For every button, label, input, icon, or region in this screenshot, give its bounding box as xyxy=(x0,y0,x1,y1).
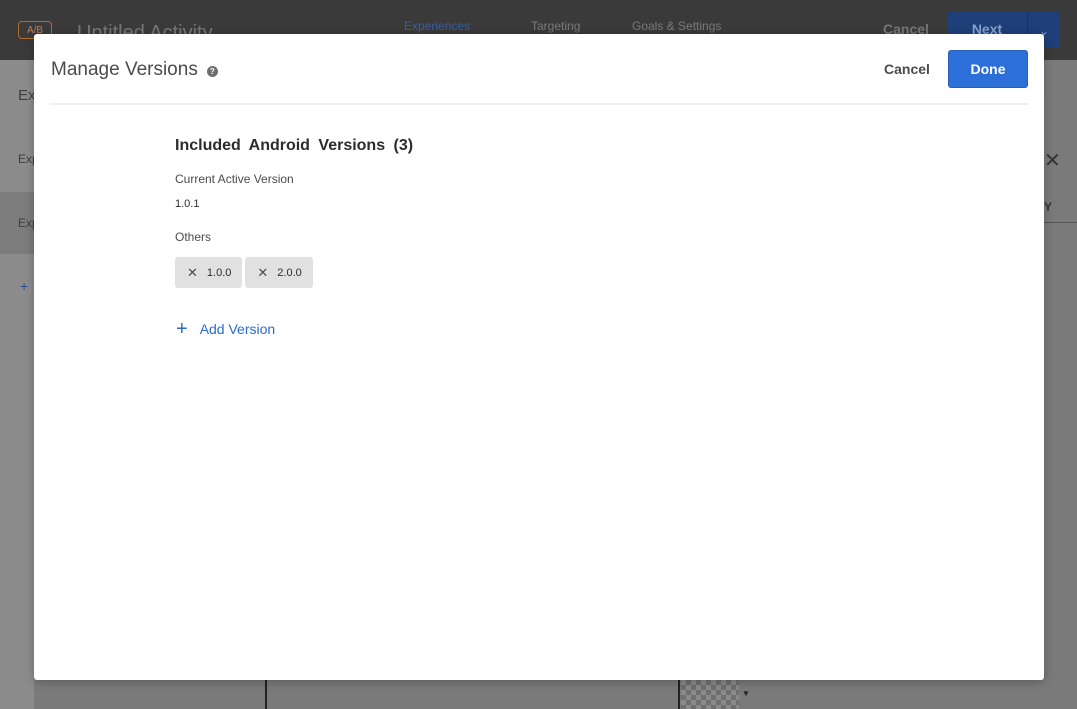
divider xyxy=(1044,222,1077,223)
manage-versions-dialog: Manage Versions ? Cancel Done Included A… xyxy=(34,34,1044,680)
dialog-title-row: Manage Versions ? xyxy=(51,59,218,81)
add-version-label: Add Version xyxy=(199,321,276,337)
add-icon[interactable]: + xyxy=(20,278,28,294)
section-title: Included Android Versions (3) xyxy=(175,137,414,154)
divider xyxy=(265,680,267,709)
header-divider xyxy=(50,103,1028,105)
close-icon[interactable]: ✕ xyxy=(1044,148,1061,173)
tab-targeting[interactable]: Targeting xyxy=(531,19,580,33)
current-version-label: Current Active Version xyxy=(175,172,294,186)
current-version-value: 1.0.1 xyxy=(175,198,200,210)
done-button[interactable]: Done xyxy=(948,50,1028,88)
remove-icon[interactable]: ✕ xyxy=(257,265,268,281)
dialog-title: Manage Versions xyxy=(51,59,198,80)
plus-icon: + xyxy=(176,318,188,340)
caret-down-icon[interactable]: ▼ xyxy=(742,689,750,698)
others-label: Others xyxy=(175,230,212,244)
version-tag-label: 1.0.0 xyxy=(206,266,232,279)
tab-goals-settings[interactable]: Goals & Settings xyxy=(632,19,721,33)
add-version-button[interactable]: + Add Version xyxy=(176,319,275,339)
cancel-button[interactable]: Cancel xyxy=(884,61,930,77)
version-tag: ✕ 2.0.0 xyxy=(245,257,313,288)
help-icon[interactable]: ? xyxy=(206,65,218,77)
transparency-swatch xyxy=(681,680,739,709)
version-tag-label: 2.0.0 xyxy=(277,266,302,279)
right-column-label: Y xyxy=(1044,200,1053,214)
version-tags: ✕ 1.0.0 ✕ 2.0.0 xyxy=(175,257,313,288)
left-panel-heading: Ex xyxy=(18,87,36,104)
divider xyxy=(678,680,680,709)
version-tag: ✕ 1.0.0 xyxy=(175,257,243,288)
remove-icon[interactable]: ✕ xyxy=(187,265,198,281)
tab-experiences[interactable]: Experiences xyxy=(404,19,470,33)
